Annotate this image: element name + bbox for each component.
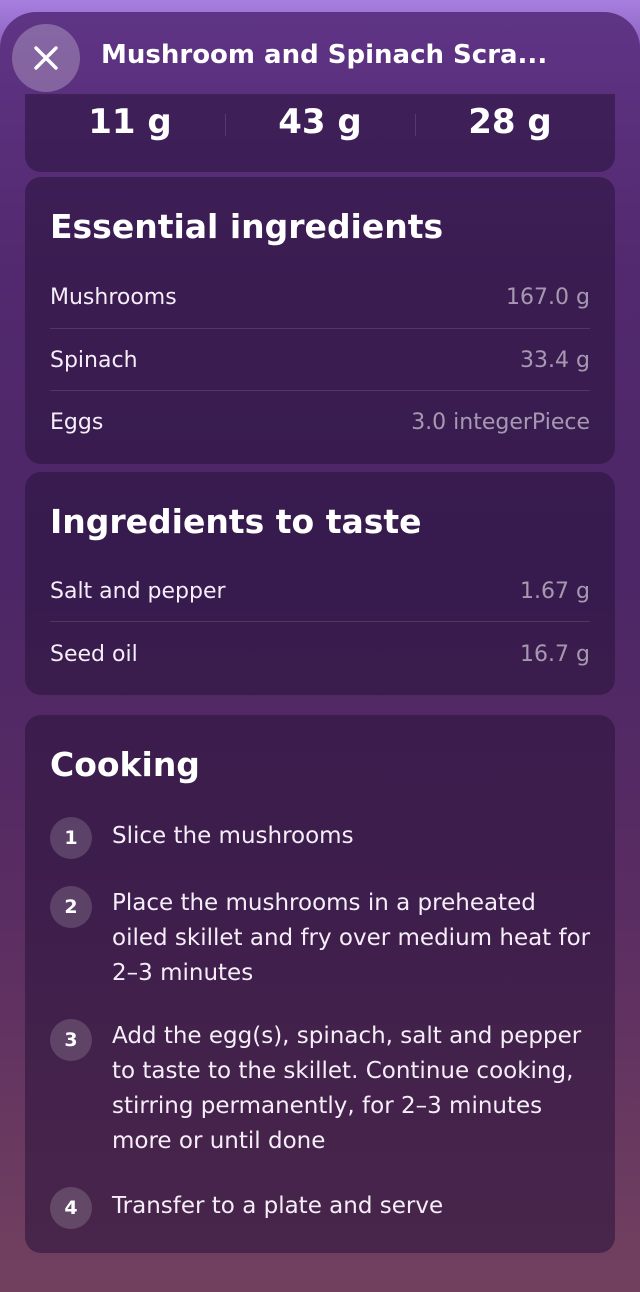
card-title: Essential ingredients bbox=[50, 207, 444, 246]
ingredient-row[interactable]: Salt and pepper 1.67 g bbox=[50, 560, 590, 622]
ingredients-to-taste-card: Ingredients to taste Salt and pepper 1.6… bbox=[25, 472, 615, 695]
macro-value-3: 28 g bbox=[468, 102, 552, 142]
card-title: Ingredients to taste bbox=[50, 502, 422, 541]
step-number: 2 bbox=[50, 886, 92, 928]
cooking-step: 1 Slice the mushrooms bbox=[50, 817, 590, 859]
essential-ingredients-card: Essential ingredients Mushrooms 167.0 g … bbox=[25, 177, 615, 464]
ingredient-row[interactable]: Eggs 3.0 integerPiece bbox=[50, 391, 590, 453]
step-number: 4 bbox=[50, 1187, 92, 1229]
ingredient-name: Salt and pepper bbox=[50, 578, 226, 604]
cooking-card: Cooking 1 Slice the mushrooms 2 Place th… bbox=[25, 715, 615, 1253]
page-title: Mushroom and Spinach Scra... bbox=[101, 40, 548, 70]
cooking-step: 3 Add the egg(s), spinach, salt and pepp… bbox=[50, 1019, 590, 1163]
ingredient-row[interactable]: Spinach 33.4 g bbox=[50, 329, 590, 391]
step-number: 1 bbox=[50, 817, 92, 859]
close-icon bbox=[34, 46, 58, 70]
ingredient-quantity: 33.4 g bbox=[520, 347, 590, 373]
ingredient-name: Spinach bbox=[50, 347, 138, 373]
ingredient-quantity: 3.0 integerPiece bbox=[411, 409, 590, 435]
ingredient-quantity: 16.7 g bbox=[520, 641, 590, 667]
ingredient-name: Mushrooms bbox=[50, 284, 177, 310]
ingredient-name: Eggs bbox=[50, 409, 104, 435]
step-text: Transfer to a plate and serve bbox=[112, 1193, 444, 1219]
cooking-step: 2 Place the mushrooms in a preheated oil… bbox=[50, 886, 590, 996]
step-number: 3 bbox=[50, 1019, 92, 1061]
ingredient-name: Seed oil bbox=[50, 641, 138, 667]
ingredient-row[interactable]: Mushrooms 167.0 g bbox=[50, 266, 590, 328]
ingredient-quantity: 167.0 g bbox=[506, 284, 590, 310]
cooking-step: 4 Transfer to a plate and serve bbox=[50, 1187, 590, 1229]
ingredient-quantity: 1.67 g bbox=[520, 578, 590, 604]
step-text: Slice the mushrooms bbox=[112, 823, 354, 849]
row-divider bbox=[50, 621, 590, 622]
macro-value-1: 11 g bbox=[88, 102, 172, 142]
step-text: Add the egg(s), spinach, salt and pepper… bbox=[112, 1023, 582, 1154]
macro-value-2: 43 g bbox=[278, 102, 362, 142]
close-button[interactable] bbox=[12, 24, 80, 92]
card-title: Cooking bbox=[50, 745, 200, 784]
step-text: Place the mushrooms in a preheated oiled… bbox=[112, 890, 591, 986]
macros-card: 11 g 43 g 28 g bbox=[25, 94, 615, 172]
ingredient-row[interactable]: Seed oil 16.7 g bbox=[50, 623, 590, 685]
